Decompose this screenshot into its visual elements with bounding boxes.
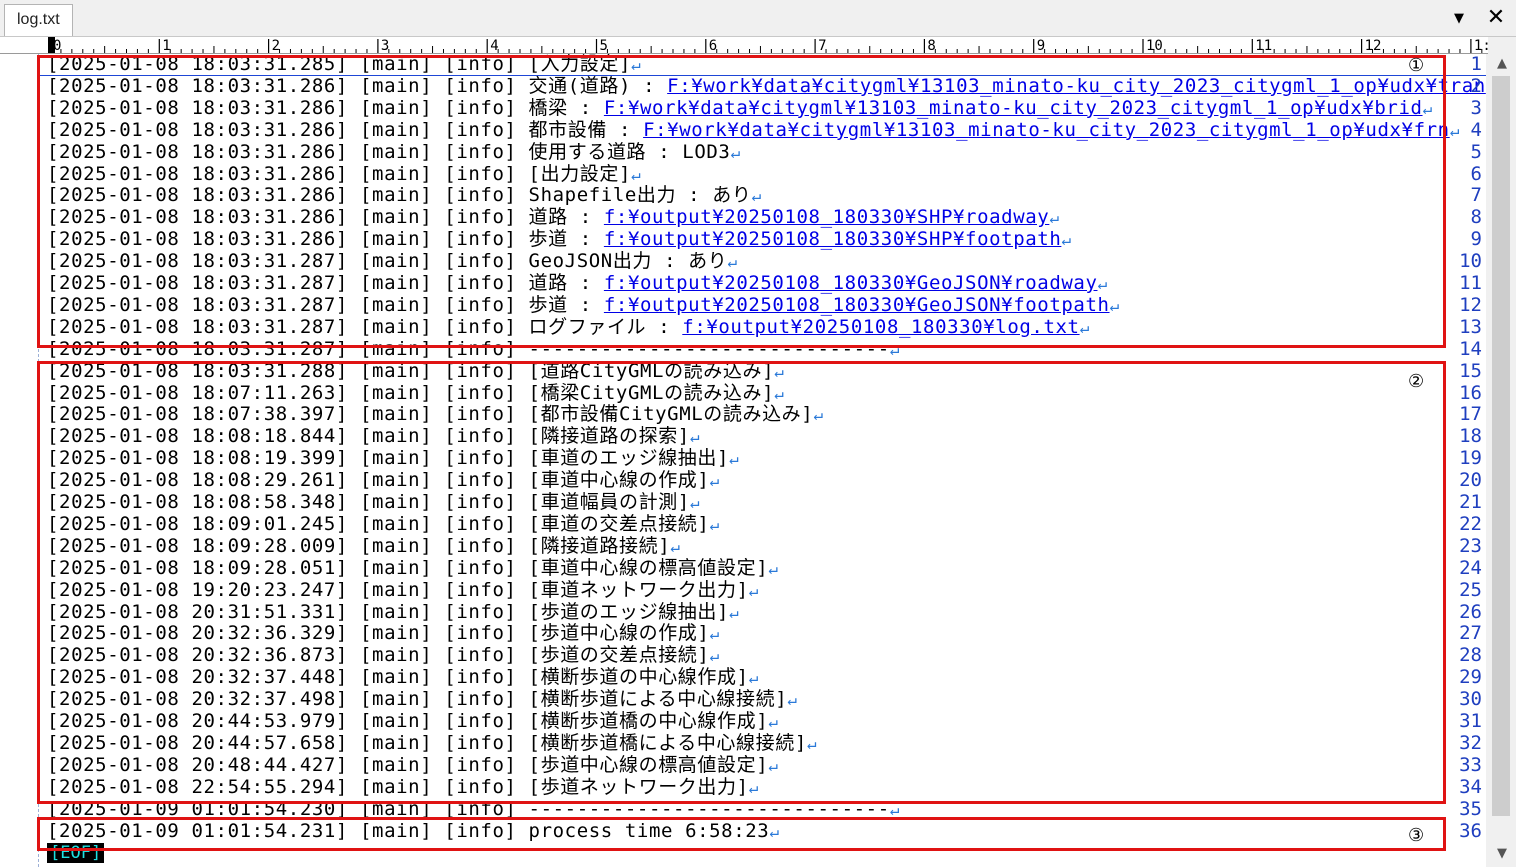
- ruler-label: 1:: [1474, 38, 1488, 53]
- ruler-label: 4: [490, 38, 498, 53]
- line-number: 24: [1459, 556, 1482, 579]
- line-number: 26: [1459, 600, 1482, 623]
- line-number: 20: [1459, 469, 1482, 492]
- highlight-box-settings: [37, 55, 1446, 348]
- tab-log-txt[interactable]: log.txt: [4, 4, 73, 36]
- marker-3: ③: [1408, 825, 1425, 846]
- line-number: 25: [1459, 578, 1482, 601]
- ruler-label: 7: [818, 38, 826, 53]
- line-number: 21: [1459, 491, 1482, 513]
- line-number: 11: [1459, 272, 1482, 294]
- ruler-label: 3: [381, 38, 389, 53]
- column-ruler: 01234567891011121:: [0, 37, 1488, 54]
- line-number: 8: [1470, 206, 1482, 229]
- ruler-label: 8: [927, 38, 935, 53]
- line-number: 9: [1470, 228, 1482, 251]
- close-icon[interactable]: ✕: [1483, 4, 1509, 32]
- ruler-label: 5: [600, 38, 608, 53]
- ruler-graphic: 01234567891011121:: [48, 37, 1488, 53]
- line-number: 17: [1459, 403, 1482, 426]
- line-number: 4: [1470, 118, 1482, 141]
- ruler-caret-marker: [48, 37, 55, 53]
- line-number: 33: [1459, 753, 1482, 776]
- highlight-box-processing: [37, 361, 1446, 804]
- chevron-down-icon[interactable]: ▼: [1446, 4, 1472, 32]
- line-number: 1: [1470, 54, 1482, 75]
- ruler-label: 6: [709, 38, 717, 53]
- line-number: 12: [1459, 293, 1482, 316]
- line-number: 5: [1470, 140, 1482, 163]
- ruler-label: 10: [1146, 38, 1163, 53]
- line-number: 29: [1459, 666, 1482, 689]
- line-number-gutter: [0, 54, 39, 867]
- ruler-label: 9: [1037, 38, 1045, 53]
- line-number: 18: [1459, 425, 1482, 448]
- ruler-label: 12: [1365, 38, 1382, 53]
- line-number: 6: [1470, 162, 1482, 185]
- highlight-box-summary: [37, 817, 1446, 851]
- tab-bar: log.txt ▼ ✕: [0, 0, 1516, 37]
- ruler-label: 2: [272, 38, 280, 53]
- line-number: 31: [1459, 710, 1482, 732]
- line-number: 13: [1459, 315, 1482, 338]
- text-editor[interactable]: [2025-01-08 18:03:31.285] [main] [info] …: [0, 54, 1486, 867]
- line-number: 3: [1470, 96, 1482, 119]
- line-number: 36: [1459, 819, 1482, 842]
- line-number: 28: [1459, 644, 1482, 667]
- ruler-label: 11: [1255, 38, 1272, 53]
- ruler-label: 1: [162, 38, 170, 53]
- marker-2: ②: [1408, 371, 1425, 392]
- line-number: 2: [1470, 74, 1482, 97]
- line-number: 35: [1459, 797, 1482, 820]
- line-number: 19: [1459, 447, 1482, 470]
- line-number: 32: [1459, 731, 1482, 754]
- marker-1: ①: [1408, 55, 1425, 76]
- scroll-up-icon[interactable]: ▲: [1488, 56, 1516, 71]
- line-number: 15: [1459, 359, 1482, 382]
- vertical-scrollbar[interactable]: ▲ ▼: [1488, 54, 1516, 867]
- line-number: 16: [1459, 381, 1482, 404]
- line-number: 7: [1470, 184, 1482, 207]
- line-number: 27: [1459, 622, 1482, 645]
- line-number: 34: [1459, 775, 1482, 798]
- line-number: 22: [1459, 512, 1482, 535]
- line-number: 30: [1459, 688, 1482, 711]
- scrollbar-thumb[interactable]: [1492, 76, 1510, 816]
- line-number: 14: [1459, 337, 1482, 360]
- line-number: 23: [1459, 534, 1482, 557]
- scroll-down-icon[interactable]: ▼: [1488, 846, 1516, 861]
- line-number: 10: [1459, 250, 1482, 273]
